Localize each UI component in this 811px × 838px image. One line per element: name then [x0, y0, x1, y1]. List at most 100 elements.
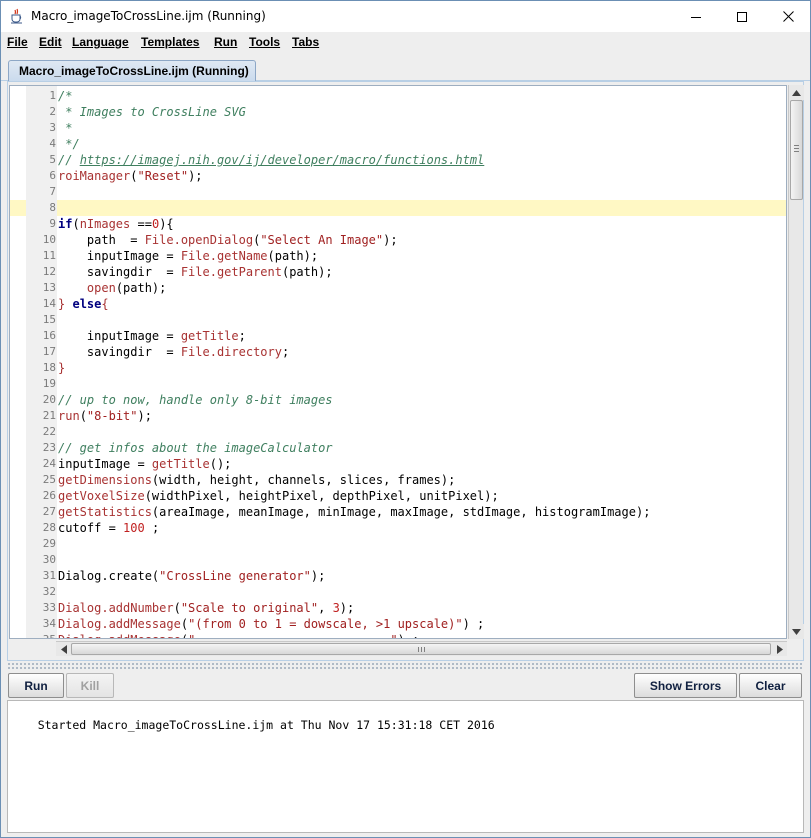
- code-text: path = File.openDialog("Select An Image"…: [58, 232, 398, 248]
- code-line[interactable]: 23// get infos about the imageCalculator: [10, 440, 786, 456]
- line-number: 21: [42, 409, 56, 422]
- scroll-down-button[interactable]: [789, 624, 804, 639]
- tab-strip: Macro_imageToCrossLine.ijm (Running): [1, 54, 810, 82]
- code-line[interactable]: 5// https://imagej.nih.gov/ij/developer/…: [10, 152, 786, 168]
- arrow-left-icon: [60, 645, 67, 654]
- show-errors-button[interactable]: Show Errors: [634, 673, 737, 698]
- scroll-left-button[interactable]: [56, 642, 71, 657]
- code-token: ;: [144, 521, 160, 535]
- line-number: 6: [49, 169, 56, 182]
- menu-label: Edit: [39, 35, 62, 49]
- code-token: Dialog.create(: [58, 569, 160, 583]
- code-token: ,: [318, 601, 333, 615]
- run-button[interactable]: Run: [8, 673, 64, 698]
- code-token: //: [58, 153, 80, 167]
- code-line[interactable]: 3 *: [10, 120, 786, 136]
- code-line[interactable]: 33 Dialog.addNumber("Scale to original", …: [10, 600, 786, 616]
- code-text: Dialog.addNumber("Scale to original", 3)…: [58, 600, 354, 616]
- menu-language[interactable]: Language: [72, 35, 129, 49]
- code-line[interactable]: 10 path = File.openDialog("Select An Ima…: [10, 232, 786, 248]
- code-text: cutoff = 100 ;: [58, 520, 159, 536]
- code-line[interactable]: 31 Dialog.create("CrossLine generator");: [10, 568, 786, 584]
- arrow-up-icon: [792, 89, 801, 96]
- menu-templates[interactable]: Templates: [141, 35, 199, 49]
- code-line[interactable]: 30: [10, 552, 786, 568]
- split-pane-divider[interactable]: [7, 662, 804, 670]
- tab-macro-file[interactable]: Macro_imageToCrossLine.ijm (Running): [8, 60, 256, 82]
- clear-button[interactable]: Clear: [739, 673, 802, 698]
- vertical-scroll-thumb[interactable]: [790, 100, 803, 200]
- menu-run[interactable]: Run: [214, 35, 237, 49]
- line-number: 25: [42, 473, 56, 486]
- grip-line: [418, 647, 419, 652]
- code-line[interactable]: 6 roiManager("Reset");: [10, 168, 786, 184]
- menu-tabs[interactable]: Tabs: [292, 35, 319, 49]
- code-line[interactable]: 4 */: [10, 136, 786, 152]
- code-line[interactable]: 9 if(nImages ==0){: [10, 216, 786, 232]
- output-text: Started Macro_imageToCrossLine.ijm at Th…: [37, 718, 495, 732]
- code-line[interactable]: 29: [10, 536, 786, 552]
- code-line[interactable]: 8: [10, 200, 786, 216]
- code-line[interactable]: 17 savingdir = File.directory;: [10, 344, 786, 360]
- code-token: ;: [281, 345, 290, 359]
- scroll-up-button[interactable]: [789, 85, 804, 100]
- code-token: nImages: [79, 217, 131, 231]
- code-editor[interactable]: 1/* 2 * Images to CrossLine SVG 3 * 4 */5//…: [9, 85, 787, 639]
- code-line[interactable]: 35Dialog.addMessage("-------------------…: [10, 632, 786, 638]
- maximize-button[interactable]: [719, 1, 765, 32]
- code-line[interactable]: 2 * Images to CrossLine SVG: [10, 104, 786, 120]
- code-token: "Reset": [137, 169, 189, 183]
- menu-edit[interactable]: Edit: [39, 35, 62, 49]
- code-token: File.openDialog: [144, 233, 254, 247]
- line-number: 28: [42, 521, 56, 534]
- line-number: 7: [49, 185, 56, 198]
- code-line[interactable]: 15: [10, 312, 786, 328]
- menu-file[interactable]: File: [7, 35, 28, 49]
- code-line[interactable]: 32: [10, 584, 786, 600]
- line-number: 2: [49, 105, 56, 118]
- code-token: https://imagej.nih.gov/ij/developer/macr…: [79, 153, 485, 167]
- code-line[interactable]: 18}: [10, 360, 786, 376]
- horizontal-scrollbar[interactable]: [56, 641, 787, 656]
- code-token: "Select An Image": [260, 233, 384, 247]
- code-line[interactable]: 34 Dialog.addMessage("(from 0 to 1 = dows…: [10, 616, 786, 632]
- code-line[interactable]: 16 inputImage = getTitle;: [10, 328, 786, 344]
- code-text: inputImage = getTitle();: [58, 456, 231, 472]
- kill-button[interactable]: Kill: [66, 673, 114, 698]
- code-token: {: [101, 297, 109, 311]
- code-token: );: [188, 169, 203, 183]
- line-number: 29: [42, 537, 56, 550]
- code-token: );: [339, 601, 355, 615]
- code-token: getTitle: [151, 457, 210, 471]
- code-line[interactable]: 25 getDimensions(width, height, channels,…: [10, 472, 786, 488]
- code-line[interactable]: 28 cutoff = 100 ;: [10, 520, 786, 536]
- code-token: );: [383, 233, 398, 247]
- code-line[interactable]: 11 inputImage = File.getName(path);: [10, 248, 786, 264]
- code-line[interactable]: 14} else{: [10, 296, 786, 312]
- close-icon: [782, 11, 794, 22]
- horizontal-scroll-thumb[interactable]: [71, 643, 771, 655]
- line-number: 22: [42, 425, 56, 438]
- code-line[interactable]: 24 inputImage = getTitle();: [10, 456, 786, 472]
- menu-tools[interactable]: Tools: [249, 35, 280, 49]
- vertical-scrollbar[interactable]: [788, 85, 804, 639]
- scroll-right-button[interactable]: [772, 642, 787, 657]
- code-line[interactable]: 7: [10, 184, 786, 200]
- code-token: if: [58, 217, 73, 231]
- code-line[interactable]: 1/*: [10, 88, 786, 104]
- code-line[interactable]: 26 getVoxelSize(widthPixel, heightPixel, …: [10, 488, 786, 504]
- minimize-button[interactable]: [673, 1, 719, 32]
- code-line[interactable]: 22: [10, 424, 786, 440]
- maximize-icon: [737, 11, 747, 22]
- code-line[interactable]: 27 getStatistics(areaImage, meanImage, mi…: [10, 504, 786, 520]
- code-line[interactable]: 12 savingdir = File.getParent(path);: [10, 264, 786, 280]
- grip-line: [424, 647, 425, 652]
- code-text: getStatistics(areaImage, meanImage, minI…: [58, 504, 650, 520]
- output-console[interactable]: Started Macro_imageToCrossLine.ijm at Th…: [7, 700, 804, 833]
- close-button[interactable]: [765, 1, 811, 32]
- code-line[interactable]: 20// up to now, handle only 8-bit images: [10, 392, 786, 408]
- code-lines: 1/* 2 * Images to CrossLine SVG 3 * 4 */5//…: [10, 88, 786, 638]
- code-line[interactable]: 21 run("8-bit");: [10, 408, 786, 424]
- code-line[interactable]: 19: [10, 376, 786, 392]
- code-line[interactable]: 13 open(path);: [10, 280, 786, 296]
